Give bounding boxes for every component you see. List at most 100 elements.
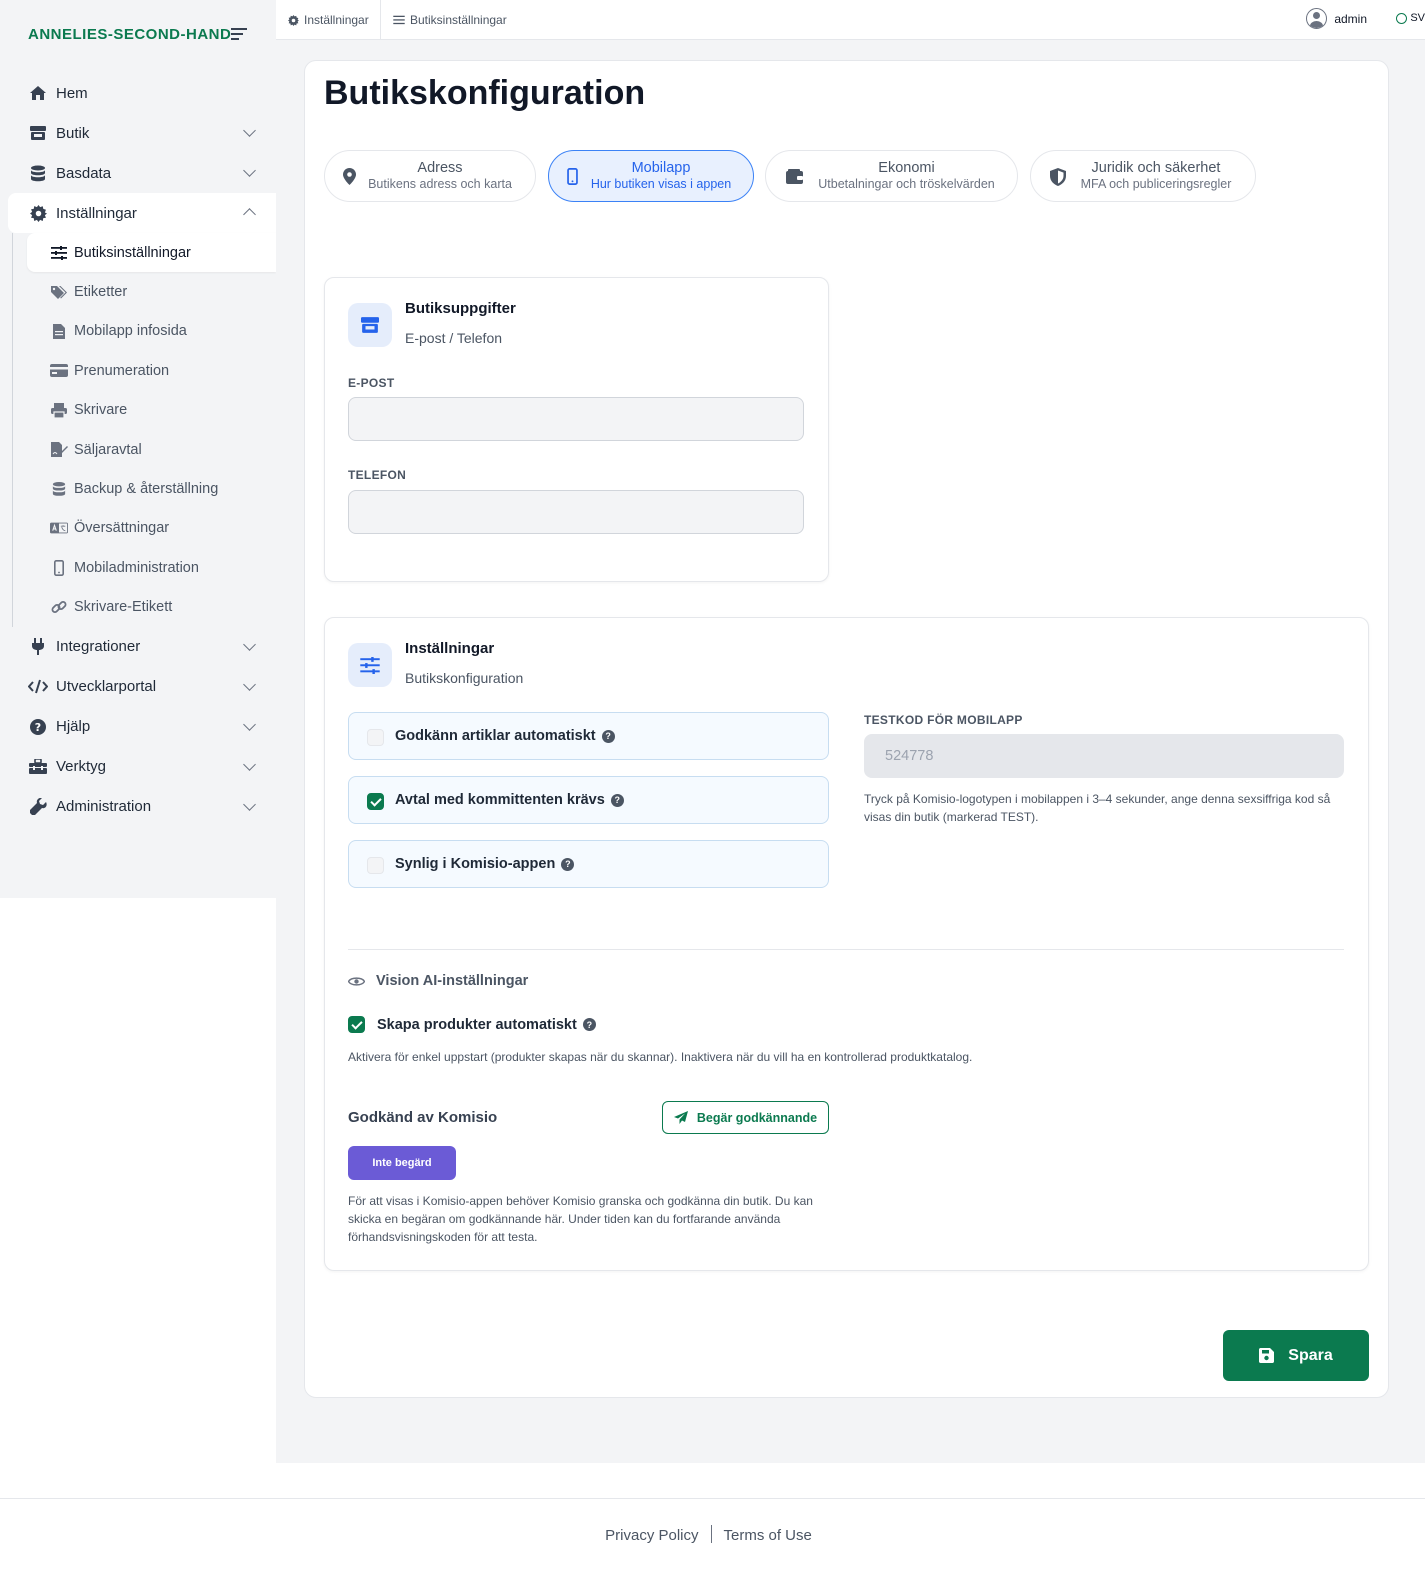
request-approval-button[interactable]: Begär godkännande [662, 1101, 829, 1134]
sliders-icon [393, 15, 405, 25]
option-label: Avtal med kommittenten krävs [395, 792, 605, 808]
user-menu[interactable]: admin [1306, 8, 1367, 29]
language-icon [50, 520, 68, 536]
sidebar-subitem-saljaravtal[interactable]: Säljaravtal [13, 430, 276, 469]
toolbox-icon [28, 758, 48, 776]
save-label: Spara [1288, 1346, 1333, 1364]
sidebar-item-label: Integrationer [56, 638, 141, 656]
database-icon [50, 481, 68, 497]
sidebar-subitem-prenumeration[interactable]: Prenumeration [13, 351, 276, 390]
sidebar-nav: Hem Butik Basdata Inställningar Butiksin… [0, 73, 276, 827]
sidebar-subitem-label: Skrivare [74, 402, 128, 419]
option-auto-approve[interactable]: Godkänn artiklar automatiskt ? [348, 712, 829, 760]
sidebar-subitem-label: Butiksinställningar [74, 244, 191, 261]
chevron-up-icon [243, 208, 256, 221]
sidebar: ANNELIES-SECOND-HAND Hem Butik Basdata I… [0, 0, 276, 898]
sidebar-subitem-label: Skrivare-Etikett [74, 599, 173, 616]
brand-name[interactable]: ANNELIES-SECOND-HAND [28, 26, 231, 43]
vision-ai-heading-label: Vision AI-inställningar [376, 973, 529, 989]
menu-toggle-icon[interactable] [231, 28, 247, 40]
save-button[interactable]: Spara [1223, 1330, 1369, 1381]
footer-divider [710, 1525, 712, 1543]
chevron-down-icon [243, 758, 256, 771]
sidebar-item-verktyg[interactable]: Verktyg [0, 747, 276, 787]
visible-in-app-checkbox[interactable] [367, 857, 384, 874]
contract-required-checkbox[interactable] [367, 793, 384, 810]
language-selector[interactable]: SV [1396, 12, 1425, 24]
chevron-down-icon [243, 164, 256, 177]
tab-subtitle: Butikens adress och karta [368, 177, 512, 191]
sidebar-subitem-skrivare-etikett[interactable]: Skrivare-Etikett [13, 588, 276, 627]
sidebar-subitem-butiksinstallningar[interactable]: Butiksinställningar [27, 233, 276, 273]
user-name: admin [1334, 11, 1367, 26]
chevron-down-icon [243, 124, 256, 137]
auto-create-checkbox[interactable] [348, 1016, 365, 1033]
sidebar-subitem-mobilapp-infosida[interactable]: Mobilapp infosida [13, 312, 276, 351]
tab-adress[interactable]: Adress Butikens adress och karta [324, 150, 536, 202]
option-label: Synlig i Komisio-appen [395, 856, 556, 872]
tab-title: Mobilapp [631, 160, 691, 176]
option-label: Godkänn artiklar automatiskt [395, 728, 596, 744]
tab-ekonomi[interactable]: Ekonomi Utbetalningar och tröskelvärden [765, 150, 1018, 202]
footer: Privacy Policy Terms of Use [0, 1498, 1425, 1594]
mobile-icon [567, 168, 578, 185]
tab-juridik[interactable]: Juridik och säkerhet MFA och publicering… [1030, 150, 1256, 202]
sidebar-item-integrationer[interactable]: Integrationer [0, 627, 276, 667]
phone-field[interactable] [348, 490, 804, 534]
question-circle-icon[interactable]: ? [601, 729, 615, 743]
map-marker-icon [343, 168, 356, 185]
tab-title: Ekonomi [878, 160, 935, 176]
option-visible-in-app[interactable]: Synlig i Komisio-appen ? [348, 840, 829, 888]
tab-subtitle: Hur butiken visas i appen [590, 177, 732, 191]
breadcrumb-label: Inställningar [304, 13, 369, 27]
sidebar-subitem-oversattningar[interactable]: Översättningar [13, 509, 276, 548]
terms-of-use-link[interactable]: Terms of Use [724, 1527, 812, 1544]
floppy-disk-icon [1259, 1348, 1275, 1363]
wrench-icon [28, 798, 48, 816]
sidebar-item-administration[interactable]: Administration [0, 787, 276, 827]
tab-mobilapp[interactable]: Mobilapp Hur butiken visas i appen [548, 150, 754, 202]
sidebar-item-butik[interactable]: Butik [0, 113, 276, 153]
breadcrumb-installningar[interactable]: Inställningar [288, 0, 369, 40]
footer-links: Privacy Policy Terms of Use [0, 1525, 1417, 1544]
auto-approve-checkbox[interactable] [367, 729, 384, 746]
phone-label: TELEFON [348, 468, 407, 482]
sidebar-subitem-label: Backup & återställning [74, 481, 219, 498]
gear-icon [28, 204, 48, 222]
sidebar-item-hem[interactable]: Hem [0, 73, 276, 113]
gear-icon [288, 14, 299, 26]
sidebar-subitem-skrivare[interactable]: Skrivare [13, 391, 276, 430]
breadcrumb-divider [380, 0, 381, 40]
option-contract-required[interactable]: Avtal med kommittenten krävs ? [348, 776, 829, 824]
question-circle-icon[interactable]: ? [561, 857, 575, 871]
panel-title: Butiksuppgifter [405, 300, 516, 317]
sidebar-item-label: Verktyg [56, 758, 107, 776]
question-circle-icon[interactable]: ? [610, 793, 624, 807]
eye-icon [348, 976, 365, 987]
sidebar-item-basdata[interactable]: Basdata [0, 153, 276, 193]
question-circle-icon[interactable]: ? [582, 1018, 596, 1031]
sidebar-item-utvecklarportal[interactable]: Utvecklarportal [0, 667, 276, 707]
sidebar-item-installningar[interactable]: Inställningar [8, 193, 276, 233]
tab-subtitle: Utbetalningar och tröskelvärden [818, 177, 995, 191]
home-icon [28, 84, 48, 102]
breadcrumb-butiksinstallningar[interactable]: Butiksinställningar [393, 0, 507, 40]
vision-ai-heading: Vision AI-inställningar [348, 973, 528, 989]
tab-title: Juridik och säkerhet [1091, 160, 1221, 176]
privacy-policy-link[interactable]: Privacy Policy [605, 1527, 698, 1544]
sidebar-item-label: Utvecklarportal [56, 678, 157, 696]
sidebar-subitem-mobiladministration[interactable]: Mobiladministration [13, 548, 276, 587]
page-title: Butikskonfiguration [324, 74, 646, 112]
email-field[interactable] [348, 397, 804, 441]
svg-text:?: ? [35, 721, 41, 734]
auto-create-option[interactable]: Skapa produkter automatiskt ? [348, 1016, 596, 1033]
sidebar-item-label: Inställningar [56, 204, 137, 222]
sidebar-item-label: Hjälp [56, 718, 91, 736]
sidebar-subitem-etiketter[interactable]: Etiketter [13, 272, 276, 311]
sidebar-subitem-backup[interactable]: Backup & återställning [13, 469, 276, 508]
sidebar-item-hjalp[interactable]: ? Hjälp [0, 707, 276, 747]
sidebar-subitem-label: Översättningar [74, 520, 170, 537]
panel-title: Inställningar [405, 640, 495, 657]
shield-icon [1050, 168, 1066, 186]
store-icon [348, 303, 392, 347]
